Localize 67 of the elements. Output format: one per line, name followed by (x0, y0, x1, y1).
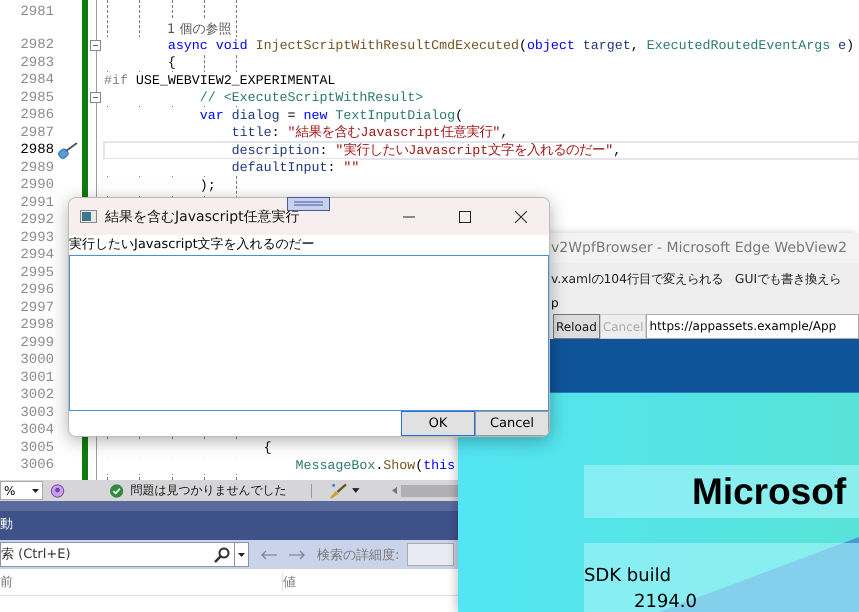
dialog-button[interactable]: OK (401, 411, 475, 436)
forward-arrow-icon[interactable] (289, 550, 305, 560)
search-icon (214, 546, 230, 562)
line-number: 2997 (19, 300, 54, 316)
line-number: 3005 (19, 440, 54, 456)
notice-text: p (551, 296, 559, 310)
dialog-title: 結果を含むJavascript任意実行 (105, 208, 301, 226)
caret-icon (32, 488, 39, 492)
toolbar-button[interactable]: Reload (553, 314, 600, 339)
page-heading: Microsof (692, 470, 846, 512)
close-icon (515, 210, 527, 222)
line-number: 2998 (19, 317, 54, 334)
scrollbar-thumb[interactable] (401, 484, 460, 496)
window-title: v2WpfBrowser - Microsoft Edge WebView2 (551, 240, 848, 256)
caret-icon (238, 552, 245, 556)
collapse-icon[interactable] (90, 92, 100, 104)
line-number: 2982 (19, 37, 54, 54)
search-options-dropdown[interactable] (235, 542, 249, 567)
zoom-dropdown[interactable]: % (0, 481, 43, 500)
line-number: 3000 (19, 352, 54, 368)
column-header[interactable]: 前 (0, 573, 283, 591)
line-number: 2987 (19, 124, 54, 141)
line-number: 2992 (19, 212, 54, 228)
line-number: 2983 (19, 54, 54, 71)
sdk-version: 2194.0 (634, 591, 697, 612)
reference-count-link[interactable]: 1 個の参照 (167, 20, 232, 38)
line-number: 2990 (19, 177, 54, 194)
back-arrow-icon[interactable] (261, 550, 277, 560)
screwdriver-icon[interactable] (58, 140, 78, 160)
sdk-label: SDK build (584, 565, 672, 586)
line-number: 2985 (19, 90, 54, 106)
collapse-icon[interactable] (90, 40, 100, 51)
search-depth-label: 検索の詳細度: (317, 546, 400, 564)
panel-title: 動 (0, 516, 13, 533)
minimize-icon (403, 216, 415, 218)
line-number: 2986 (19, 107, 54, 124)
check-circle-icon (110, 484, 124, 498)
dialog-description: 実行したいJavascript文字を入れるのだー (69, 236, 316, 254)
line-number: 3001 (19, 370, 54, 386)
dialog-button[interactable]: Cancel (475, 411, 549, 436)
caret-icon[interactable] (352, 488, 360, 493)
line-number: 2994 (19, 247, 54, 264)
grip-icon[interactable] (287, 197, 330, 211)
input-field[interactable] (69, 255, 549, 411)
brush-icon[interactable] (328, 482, 350, 500)
line-number: 3006 (19, 457, 54, 474)
line-number: 2984 (19, 72, 54, 88)
app-icon (80, 210, 97, 223)
search-field[interactable]: 索 (Ctrl+E) (0, 542, 235, 567)
line-number: 2991 (19, 194, 54, 211)
notice-text: v.xamlの104行目で変えられる GUIでも書き換えら (551, 271, 842, 288)
line-number: 2995 (19, 264, 54, 281)
line-number: 3004 (19, 422, 54, 438)
scroll-left-icon[interactable] (392, 486, 398, 495)
address-field[interactable]: https://appassets.example/App (646, 314, 859, 339)
line-number: 3003 (19, 404, 54, 421)
status-text: 問題は見つかりませんでした (130, 482, 286, 499)
line-number: 2988 (19, 142, 54, 158)
maximize-icon (459, 210, 471, 222)
line-number: 3002 (19, 387, 54, 404)
search-input[interactable]: 索 (Ctrl+E) (1, 547, 214, 562)
line-number: 2996 (19, 282, 54, 298)
line-number: 2993 (19, 230, 54, 246)
line-number: 2999 (19, 334, 54, 351)
column-header[interactable]: 値 (283, 573, 296, 591)
line-number: 2981 (19, 4, 54, 20)
line-number: 2989 (19, 160, 54, 176)
